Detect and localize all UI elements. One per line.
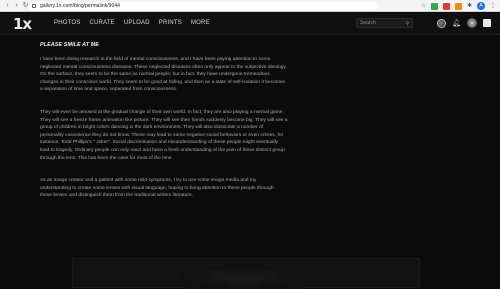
extension-icon[interactable] (430, 2, 438, 10)
forward-icon[interactable]: › (12, 1, 21, 11)
user-avatar[interactable] (466, 18, 477, 28)
lock-icon (32, 4, 36, 8)
site-header: 1x PHOTOS CURATE UPLOAD PRINTS MORE ⚲ 🔔︎ (0, 13, 500, 35)
nav-upload[interactable]: UPLOAD (124, 20, 150, 26)
header-icons: 🔔︎ (437, 18, 491, 28)
back-icon[interactable]: ‹ (3, 1, 12, 11)
nav-prints[interactable]: PRINTS (159, 20, 182, 26)
bell-icon[interactable]: 🔔︎ (452, 20, 461, 27)
extension-icon[interactable] (442, 2, 450, 10)
browser-toolbar: ‹ › ↻ gallery.1x.com/blog/permalink/9044… (0, 0, 500, 12)
search-box: ⚲ (356, 18, 413, 28)
photo-content (183, 267, 303, 289)
post-paragraph: They will even be amused at the gradual … (40, 109, 288, 161)
membership-badge-icon[interactable] (482, 19, 491, 27)
post-title: PLEASE SMILE AT ME (40, 42, 100, 48)
post-paragraph: I have been doing research in the field … (40, 57, 287, 93)
extension-icon[interactable] (454, 2, 462, 10)
post-photo[interactable] (72, 258, 420, 289)
address-bar[interactable]: gallery.1x.com/blog/permalink/9044 (28, 1, 378, 11)
menu-dots-icon[interactable]: ⋮ (490, 3, 496, 9)
nav-more[interactable]: MORE (191, 20, 210, 26)
profile-avatar[interactable]: A (477, 2, 485, 10)
search-input[interactable] (360, 20, 406, 26)
site-logo[interactable]: 1x (13, 15, 32, 33)
search-icon[interactable]: ⚲ (405, 21, 409, 27)
url-text: gallery.1x.com/blog/permalink/9044 (40, 3, 120, 9)
browser-actions: ☆ ✱ A ⋮ (421, 1, 496, 11)
globe-icon[interactable] (437, 18, 446, 28)
extensions-puzzle-icon[interactable]: ✱ (467, 3, 472, 9)
nav-curate[interactable]: CURATE (89, 20, 114, 26)
post-paragraph: As an image creator and a patient with s… (40, 178, 274, 199)
star-icon[interactable]: ☆ (421, 3, 426, 9)
post-content: PLEASE SMILE AT ME I have been doing res… (40, 42, 472, 215)
main-nav: PHOTOS CURATE UPLOAD PRINTS MORE (54, 20, 210, 26)
nav-photos[interactable]: PHOTOS (54, 20, 80, 26)
